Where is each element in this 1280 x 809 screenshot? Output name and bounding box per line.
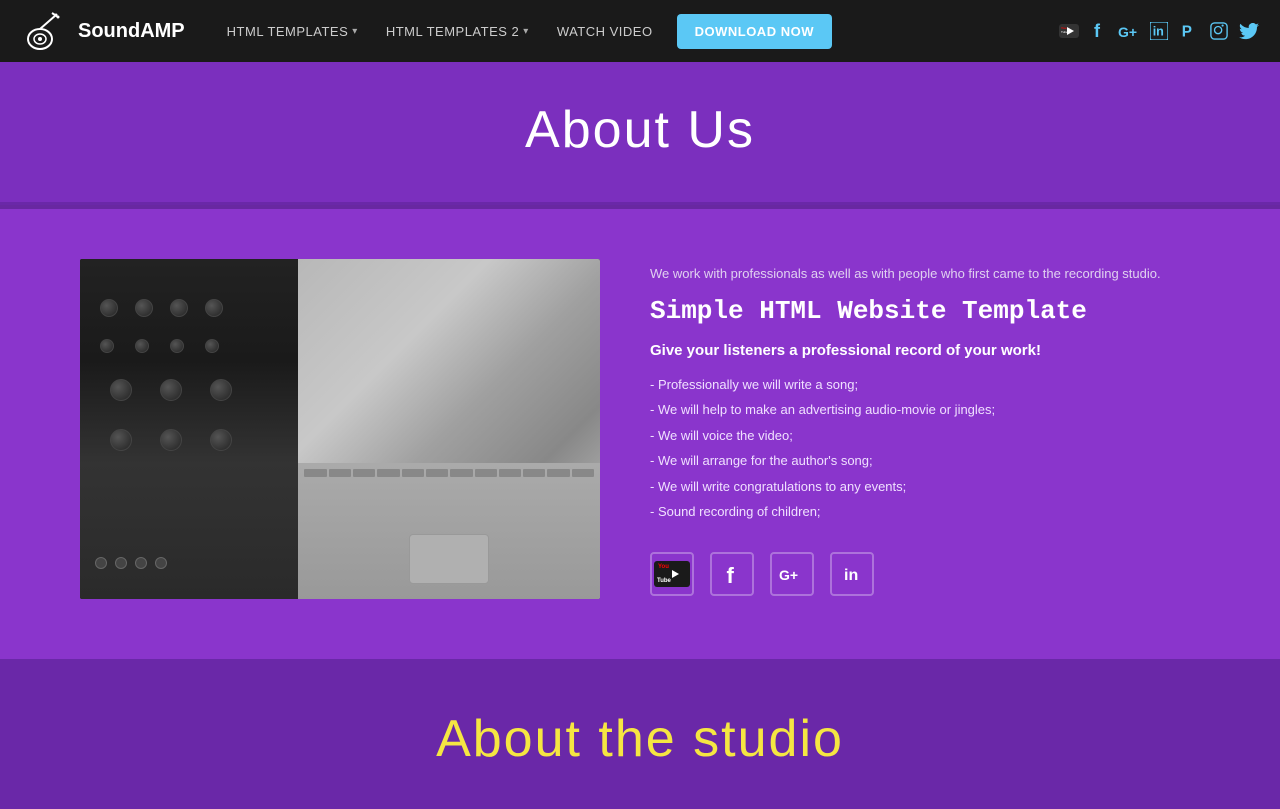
nav-youtube-icon[interactable]: You Tube [1058,20,1080,42]
studio-image [80,259,600,599]
touchpad [409,534,489,584]
knob-13 [160,429,182,451]
knob-14 [210,429,232,451]
footer-title: About the studio [20,709,1260,769]
dropdown-arrow-1: ▾ [352,26,358,37]
list-item: - We will voice the video; [650,426,1200,446]
guitar-icon [20,7,68,55]
svg-text:f: f [1094,21,1101,41]
content-tagline: Give your listeners a professional recor… [650,342,1200,359]
nav-html-templates-2[interactable]: HTML TEMPLATES 2 ▾ [374,16,541,47]
knob-2 [135,299,153,317]
nav-social-icons: You Tube f G+ in P [1058,20,1260,42]
knob-7 [170,339,184,353]
knob-10 [160,379,182,401]
nav-linkedin-icon[interactable]: in [1148,20,1170,42]
content-google-plus-icon[interactable]: G+ [770,552,814,596]
xlr-jack-3 [135,557,147,569]
knob-9 [110,379,132,401]
knob-3 [170,299,188,317]
knob-1 [100,299,118,317]
navbar: SoundAMP HTML TEMPLATES ▾ HTML TEMPLATES… [0,0,1280,62]
download-now-button[interactable]: DOWNLOAD NOW [677,14,832,49]
knob-4 [205,299,223,317]
xlr-jack-2 [115,557,127,569]
svg-text:in: in [844,567,858,584]
svg-text:f: f [727,563,735,585]
xlr-jack-1 [95,557,107,569]
hero-title: About Us [20,100,1260,160]
main-content: We work with professionals as well as wi… [0,209,1280,659]
content-linkedin-icon[interactable]: in [830,552,874,596]
content-heading: Simple HTML Website Template [650,296,1200,326]
nav-html-templates[interactable]: HTML TEMPLATES ▾ [215,16,370,47]
content-text: We work with professionals as well as wi… [650,259,1200,596]
xlr-jack-4 [155,557,167,569]
svg-text:Tube: Tube [1061,30,1068,34]
nav-google-plus-icon[interactable]: G+ [1118,20,1140,42]
nav-pinterest-icon[interactable]: P [1178,20,1200,42]
knob-11 [210,379,232,401]
list-item: - Professionally we will write a song; [650,375,1200,395]
nav-links: HTML TEMPLATES ▾ HTML TEMPLATES 2 ▾ WATC… [215,14,1038,49]
hero-banner: About Us [0,62,1280,205]
laptop-panel [298,259,600,599]
knob-12 [110,429,132,451]
content-social-icons: You Tube f G+ [650,552,1200,596]
list-item: - Sound recording of children; [650,502,1200,522]
svg-text:in: in [1153,25,1164,39]
list-item: - We will arrange for the author's song; [650,451,1200,471]
knob-6 [135,339,149,353]
dropdown-arrow-2: ▾ [523,26,529,37]
knob-8 [205,339,219,353]
footer-banner: About the studio [0,659,1280,809]
list-item: - We will write congratulations to any e… [650,477,1200,497]
knob-5 [100,339,114,353]
content-list: - Professionally we will write a song; -… [650,375,1200,522]
brand-name: SoundAMP [78,20,185,43]
nav-instagram-icon[interactable] [1208,20,1230,42]
svg-text:G+: G+ [1118,24,1137,39]
brand-logo-link[interactable]: SoundAMP [20,7,185,55]
svg-text:G+: G+ [779,567,798,582]
content-youtube-icon[interactable]: You Tube [650,552,694,596]
nav-twitter-icon[interactable] [1238,20,1260,42]
list-item: - We will help to make an advertising au… [650,400,1200,420]
nav-facebook-icon[interactable]: f [1088,20,1110,42]
content-subtitle: We work with professionals as well as wi… [650,264,1200,284]
svg-text:P: P [1182,23,1192,40]
nav-watch-video[interactable]: WATCH VIDEO [545,16,665,47]
content-facebook-icon[interactable]: f [710,552,754,596]
